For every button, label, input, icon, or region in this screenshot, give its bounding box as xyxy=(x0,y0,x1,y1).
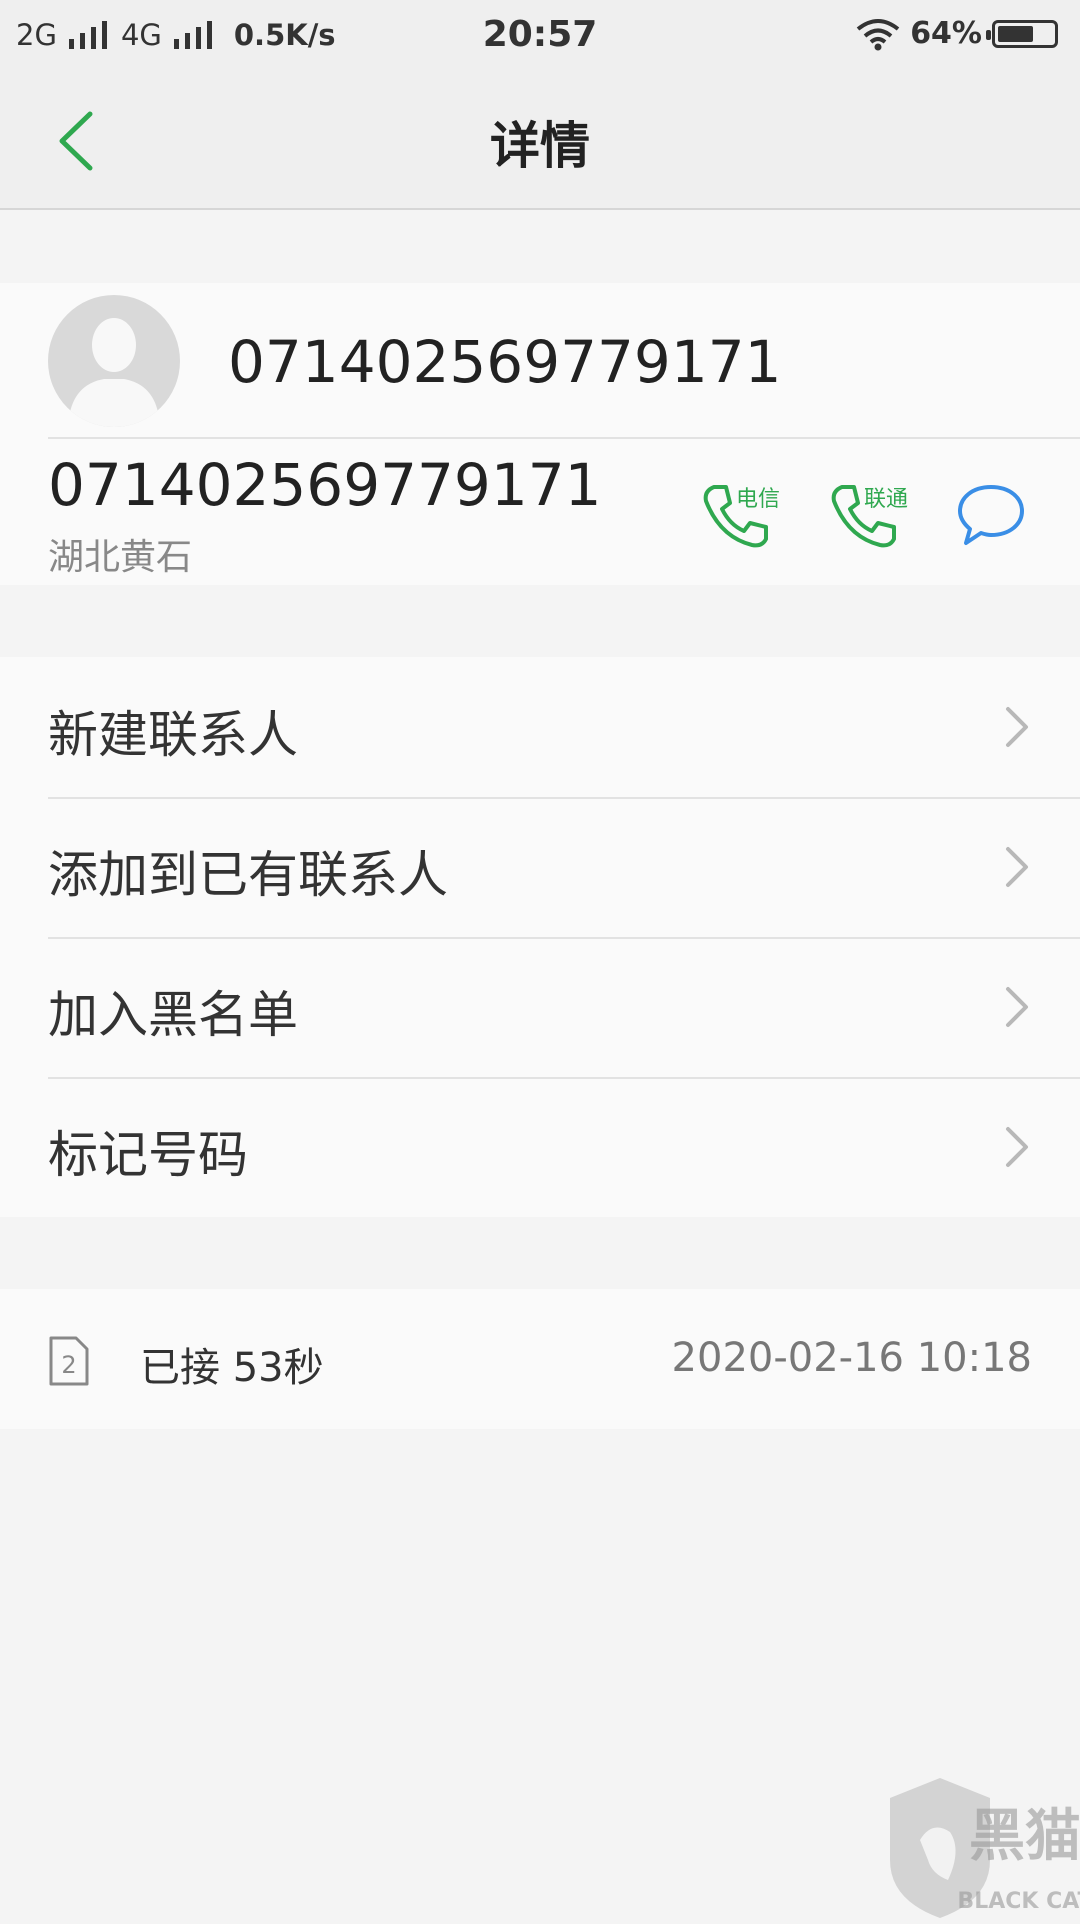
actions-menu: 新建联系人 添加到已有联系人 加入黑名单 标记号码 xyxy=(0,657,1080,1217)
chevron-right-icon xyxy=(1006,987,1028,1027)
call-log-entry[interactable]: 2 已接 53秒 2020-02-16 10:18 xyxy=(0,1289,1080,1429)
battery-percent: 64% xyxy=(910,16,982,51)
chevron-right-icon xyxy=(1006,1127,1028,1167)
chevron-right-icon xyxy=(1006,707,1028,747)
message-button[interactable] xyxy=(956,483,1026,563)
contact-card: 071402569779171 071402569779171 湖北黄石 电信 … xyxy=(0,283,1080,585)
phone-number: 071402569779171 xyxy=(48,451,602,519)
phone-location: 湖北黄石 xyxy=(48,537,193,578)
app-header: 详情 xyxy=(0,76,1080,210)
menu-item-mark-number[interactable]: 标记号码 xyxy=(0,1077,1080,1217)
status-right: 64% xyxy=(856,16,1058,51)
call-datetime: 2020-02-16 10:18 xyxy=(671,1335,1032,1381)
watermark-logo: 黑猫 BLACK CAT xyxy=(800,1770,1080,1920)
cat-shield-logo-icon: 黑猫 BLACK CAT xyxy=(890,1778,1080,1918)
chevron-right-icon xyxy=(1006,847,1028,887)
menu-item-blacklist[interactable]: 加入黑名单 xyxy=(0,937,1080,1077)
watermark-subtext: BLACK CAT xyxy=(957,1889,1080,1914)
menu-item-label: 加入黑名单 xyxy=(48,986,298,1044)
divider xyxy=(48,437,1080,439)
message-bubble-icon xyxy=(958,485,1024,545)
contact-name: 071402569779171 xyxy=(228,328,782,396)
watermark-text: 黑猫 xyxy=(969,1804,1080,1869)
battery-icon xyxy=(986,19,1058,48)
status-bar: 2G 4G 0.5K/s 20:57 64% xyxy=(0,0,1080,76)
menu-item-add-existing[interactable]: 添加到已有联系人 xyxy=(0,797,1080,937)
wifi-icon xyxy=(856,18,900,50)
page-title: 详情 xyxy=(490,117,590,175)
menu-item-label: 新建联系人 xyxy=(48,706,298,764)
call-unicom-label: 联通 xyxy=(864,487,909,512)
person-icon xyxy=(68,318,160,427)
menu-item-new-contact[interactable]: 新建联系人 xyxy=(0,657,1080,797)
menu-item-label: 添加到已有联系人 xyxy=(48,846,448,904)
call-status: 已接 53秒 xyxy=(140,1345,324,1391)
call-telecom-label: 电信 xyxy=(736,487,781,512)
sim-slot-number: 2 xyxy=(61,1351,76,1379)
menu-item-label: 标记号码 xyxy=(48,1126,248,1184)
call-unicom-button[interactable]: 联通 xyxy=(828,481,928,561)
sim-card-icon: 2 xyxy=(49,1336,89,1386)
call-telecom-button[interactable]: 电信 xyxy=(700,481,800,561)
avatar xyxy=(48,295,180,427)
